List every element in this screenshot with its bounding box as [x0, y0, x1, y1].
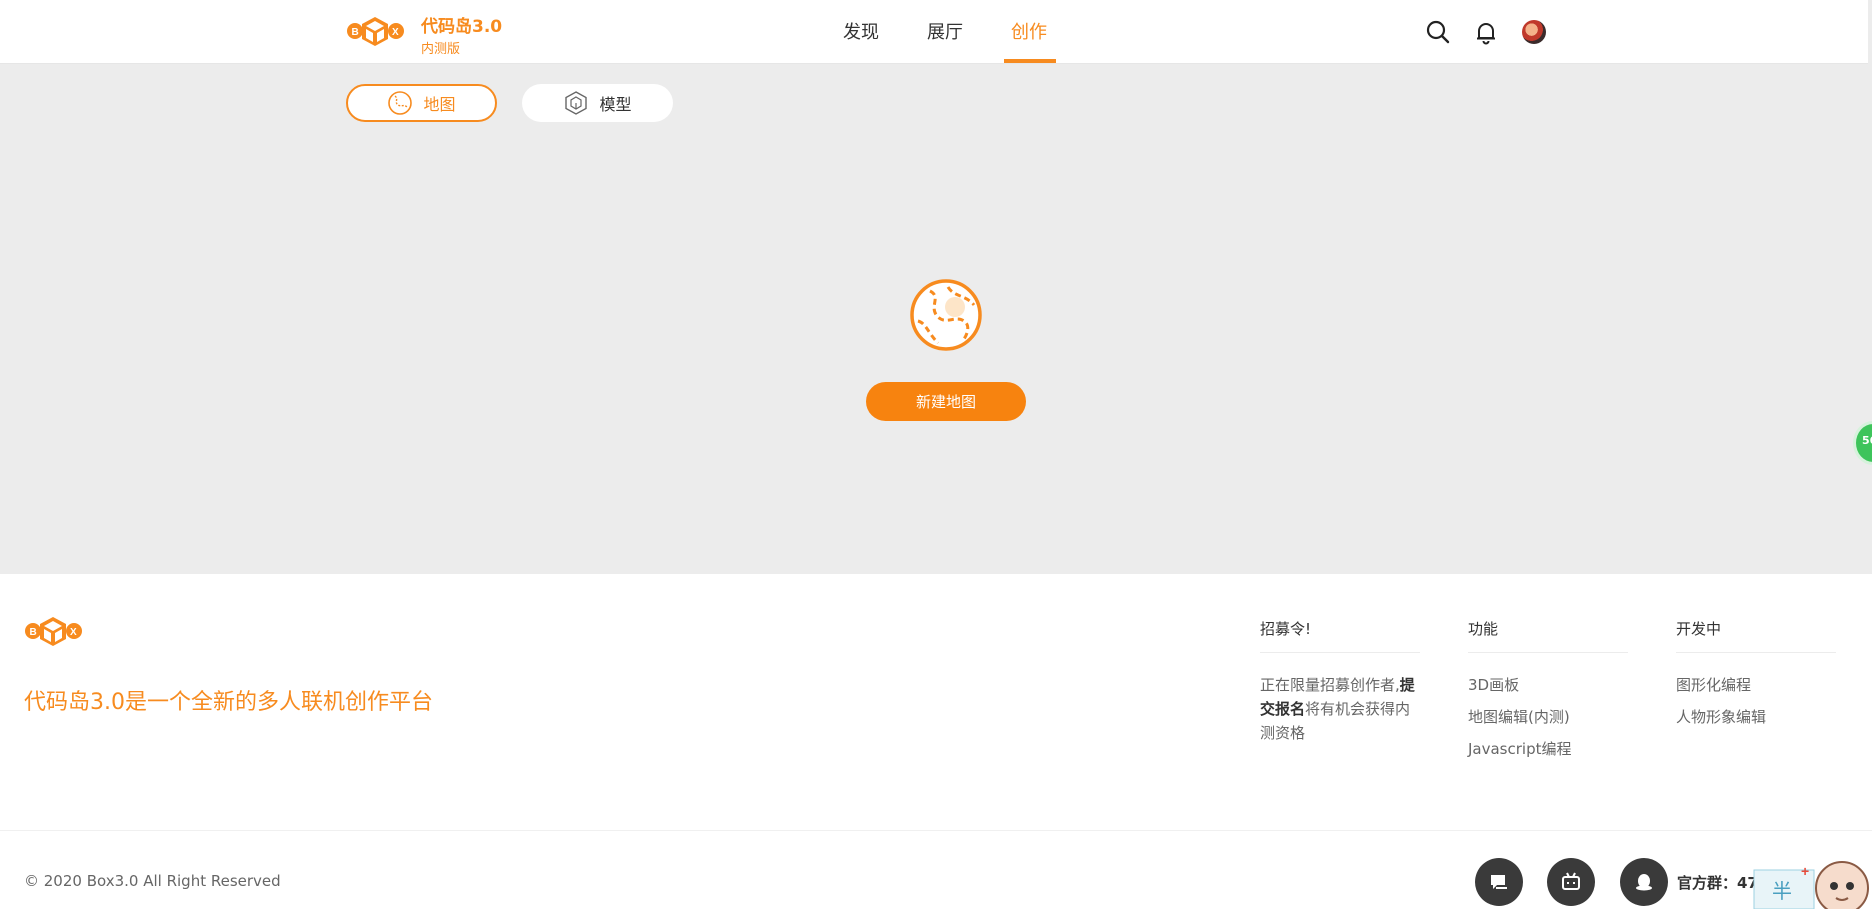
top-header: B X 代码岛3.0 内测版 发现 展厅 创作	[0, 0, 1868, 64]
svg-text:半: 半	[1772, 880, 1792, 903]
footer-slogan: 代码岛3.0是一个全新的多人联机创作平台	[24, 690, 433, 715]
cube-icon	[565, 91, 588, 115]
map-globe-icon	[388, 91, 413, 115]
mascot-illustration: 半 +	[1753, 861, 1869, 909]
footer-col-dev: 开发中 图形化编程 人物形象编辑	[1676, 618, 1836, 737]
qq-group-label: 官方群：47	[1677, 874, 1758, 892]
tab-model-label: 模型	[599, 95, 632, 114]
recruit-text: 正在限量招募创作者,提交报名将有机会获得内测资格	[1260, 673, 1420, 745]
brand-title: 代码岛3.0	[421, 17, 503, 37]
qq-button[interactable]	[1620, 858, 1668, 906]
brand-subtitle: 内测版	[421, 42, 461, 57]
bell-icon[interactable]	[1473, 19, 1499, 45]
chat-button[interactable]	[1475, 858, 1523, 906]
tab-model[interactable]: 模型	[522, 84, 673, 122]
features-title: 功能	[1468, 618, 1628, 653]
svg-text:X: X	[70, 627, 77, 638]
footer-col-features: 功能 3D画板 地图编辑(内测) Javascript编程	[1468, 618, 1628, 769]
dev-title: 开发中	[1676, 618, 1836, 653]
user-avatar[interactable]	[1522, 20, 1546, 44]
nav-active-indicator	[1004, 59, 1056, 63]
copyright: © 2020 Box3.0 All Right Reserved	[24, 872, 281, 890]
bilibili-icon	[1562, 872, 1580, 890]
tab-map[interactable]: 地图	[346, 84, 497, 122]
footer-divider	[0, 830, 1872, 831]
svg-text:+: +	[1801, 863, 1809, 879]
nav-create[interactable]: 创作	[1011, 18, 1047, 44]
nav-discover[interactable]: 发现	[843, 18, 879, 44]
svg-text:B: B	[30, 627, 37, 638]
footer: B X 代码岛3.0是一个全新的多人联机创作平台 招募令! 正在限量招募创作者,…	[0, 574, 1872, 909]
box-logo: B X	[25, 617, 82, 646]
new-map-button[interactable]: 新建地图	[866, 382, 1026, 421]
feature-link-3d[interactable]: 3D画板	[1468, 673, 1628, 697]
recruit-title: 招募令!	[1260, 618, 1420, 653]
recruit-text-1: 正在限量招募创作者,	[1260, 676, 1400, 694]
feature-link-map[interactable]: 地图编辑(内测)	[1468, 705, 1628, 729]
qq-icon	[1636, 874, 1652, 891]
search-icon[interactable]	[1425, 19, 1451, 45]
footer-col-recruit: 招募令! 正在限量招募创作者,提交报名将有机会获得内测资格	[1260, 618, 1420, 745]
tab-map-label: 地图	[423, 95, 456, 114]
svg-text:X: X	[392, 27, 399, 38]
bilibili-button[interactable]	[1547, 858, 1595, 906]
feature-link-js[interactable]: Javascript编程	[1468, 737, 1628, 761]
dev-link-visual[interactable]: 图形化编程	[1676, 673, 1836, 697]
side-badge[interactable]: 56	[1853, 421, 1872, 465]
dev-link-avatar[interactable]: 人物形象编辑	[1676, 705, 1836, 729]
nav-gallery[interactable]: 展厅	[927, 18, 963, 44]
chat-icon	[1491, 875, 1507, 889]
svg-text:B: B	[352, 27, 359, 38]
map-globe-icon	[910, 279, 982, 351]
box-logo[interactable]: B X	[346, 14, 404, 48]
